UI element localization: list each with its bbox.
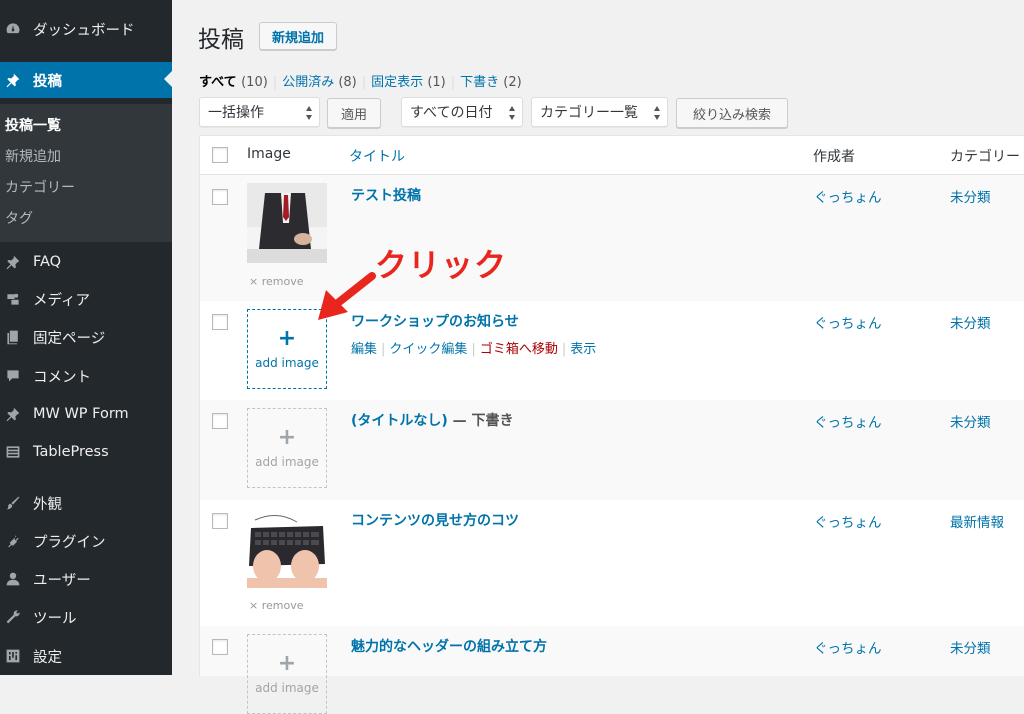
menu-item-plugins[interactable]: プラグイン — [0, 524, 172, 558]
page-title: 投稿 — [198, 27, 244, 53]
wrench-icon — [5, 609, 21, 625]
table-row: + add image (タイトルなし) — 下書き ぐっちょん 未分類 — [200, 400, 1024, 500]
dashboard-icon — [5, 21, 21, 37]
brush-icon — [5, 495, 21, 511]
column-category: カテゴリー — [950, 149, 1020, 165]
row-checkbox[interactable] — [212, 314, 228, 330]
select-all-checkbox[interactable] — [212, 147, 228, 163]
keyboard-image — [247, 508, 327, 588]
table-row: × remove コンテンツの見せ方のコツ ぐっちょん 最新情報 — [200, 500, 1024, 626]
submenu-categories[interactable]: カテゴリー — [5, 177, 75, 197]
post-thumbnail — [247, 183, 327, 263]
user-icon — [5, 571, 21, 587]
plugin-icon — [5, 533, 21, 549]
filter-draft[interactable]: 下書き (2) — [460, 75, 522, 90]
status-filter-links: すべて (10) | 公開済み (8) | 固定表示 (1) | 下書き (2) — [199, 75, 522, 90]
edit-link[interactable]: 編集 — [351, 342, 377, 357]
column-image: Image — [247, 146, 291, 162]
menu-item-users[interactable]: ユーザー — [0, 562, 172, 596]
post-category-link[interactable]: 最新情報 — [950, 511, 1004, 531]
submenu-tags[interactable]: タグ — [5, 208, 33, 228]
submenu-add-new[interactable]: 新規追加 — [5, 146, 61, 166]
add-image-button[interactable]: + add image — [247, 408, 327, 488]
menu-item-settings[interactable]: 設定 — [0, 639, 172, 673]
date-filter-select[interactable]: すべての日付 — [401, 97, 523, 127]
post-state: — 下書き — [447, 413, 514, 429]
post-author-link[interactable]: ぐっちょん — [814, 312, 882, 332]
page-icon — [5, 329, 21, 345]
menu-item-appearance[interactable]: 外観 — [0, 486, 172, 520]
row-checkbox[interactable] — [212, 513, 228, 529]
post-category-link[interactable]: 未分類 — [950, 637, 991, 657]
add-new-button[interactable]: 新規追加 — [259, 22, 337, 50]
add-image-button[interactable]: + add image — [247, 634, 327, 714]
table-row: + add image 魅力的なヘッダーの組み立て方 ぐっちょん 未分類 — [200, 626, 1024, 714]
settings-icon — [5, 648, 21, 664]
menu-item-comments[interactable]: コメント — [0, 359, 172, 393]
posts-submenu: 投稿一覧 新規追加 カテゴリー タグ — [0, 104, 172, 242]
post-author-link[interactable]: ぐっちょん — [814, 637, 882, 657]
column-author: 作成者 — [813, 149, 855, 165]
post-title-link[interactable]: ワークショップのお知らせ — [351, 311, 519, 331]
menu-item-dashboard[interactable]: ダッシュボード — [0, 12, 172, 46]
select-arrow-icon — [509, 106, 516, 120]
table-icon — [5, 444, 21, 460]
filter-all[interactable]: すべて (10) — [199, 75, 268, 90]
pin-icon — [5, 406, 21, 422]
category-filter-select[interactable]: カテゴリー一覧 — [531, 97, 668, 127]
row-checkbox[interactable] — [212, 189, 228, 205]
add-image-button[interactable]: + add image — [247, 309, 327, 389]
menu-item-mw-wp-form[interactable]: MW WP Form — [0, 397, 172, 431]
pin-icon — [5, 72, 21, 88]
table-row: + add image ワークショップのお知らせ 編集 | クイック編集 | ゴミ箱へ移… — [200, 301, 1024, 400]
post-title-link[interactable]: 魅力的なヘッダーの組み立て方 — [351, 636, 547, 656]
submenu-all-posts[interactable]: 投稿一覧 — [5, 115, 61, 135]
menu-item-tools[interactable]: ツール — [0, 600, 172, 634]
post-category-link[interactable]: 未分類 — [950, 186, 991, 206]
menu-item-media[interactable]: メディア — [0, 282, 172, 316]
plus-icon: + — [277, 326, 297, 351]
table-header: Image タイトル 作成者 カテゴリー — [200, 136, 1024, 175]
admin-sidebar: ダッシュボード 投稿 投稿一覧 新規追加 カテゴリー タグ FAQ メディア 固… — [0, 0, 172, 675]
post-thumbnail — [247, 508, 327, 588]
filter-sticky[interactable]: 固定表示 (1) — [371, 75, 446, 90]
plus-icon: + — [277, 651, 297, 676]
post-title-link[interactable]: テスト投稿 — [351, 185, 421, 205]
post-author-link[interactable]: ぐっちょん — [814, 186, 882, 206]
post-title-link[interactable]: コンテンツの見せ方のコツ — [351, 510, 519, 530]
apply-button[interactable]: 適用 — [327, 98, 381, 128]
menu-item-faq[interactable]: FAQ — [0, 245, 172, 279]
post-author-link[interactable]: ぐっちょん — [814, 511, 882, 531]
media-icon — [5, 291, 21, 307]
menu-item-tablepress[interactable]: TablePress — [0, 435, 172, 469]
posts-table: Image タイトル 作成者 カテゴリー × remove テスト投稿 ぐっちょ… — [199, 135, 1024, 714]
pin-icon — [5, 254, 21, 270]
select-arrow-icon — [306, 106, 313, 120]
plus-icon: + — [277, 425, 297, 450]
table-row: × remove テスト投稿 ぐっちょん 未分類 — [200, 175, 1024, 301]
row-checkbox[interactable] — [212, 413, 228, 429]
row-checkbox[interactable] — [212, 639, 228, 655]
annotation-click-label: クリック — [375, 246, 508, 284]
post-title-link[interactable]: (タイトルなし) — 下書き — [351, 410, 514, 430]
post-author-link[interactable]: ぐっちょん — [814, 411, 882, 431]
remove-image-link[interactable]: × remove — [249, 599, 303, 612]
menu-item-pages[interactable]: 固定ページ — [0, 320, 172, 354]
trash-link[interactable]: ゴミ箱へ移動 — [480, 342, 558, 357]
view-link[interactable]: 表示 — [570, 342, 596, 357]
select-arrow-icon — [654, 106, 661, 120]
column-title[interactable]: タイトル — [349, 146, 405, 166]
businessman-image — [247, 183, 327, 263]
post-category-link[interactable]: 未分類 — [950, 312, 991, 332]
bulk-action-select[interactable]: 一括操作 — [199, 97, 320, 127]
post-category-link[interactable]: 未分類 — [950, 411, 991, 431]
row-actions: 編集 | クイック編集 | ゴミ箱へ移動 | 表示 — [351, 342, 597, 357]
menu-item-posts[interactable]: 投稿 — [0, 62, 172, 98]
quick-edit-link[interactable]: クイック編集 — [389, 342, 467, 357]
filter-published[interactable]: 公開済み (8) — [282, 75, 357, 90]
filter-button[interactable]: 絞り込み検索 — [676, 98, 788, 128]
comment-icon — [5, 368, 21, 384]
remove-image-link[interactable]: × remove — [249, 275, 303, 288]
